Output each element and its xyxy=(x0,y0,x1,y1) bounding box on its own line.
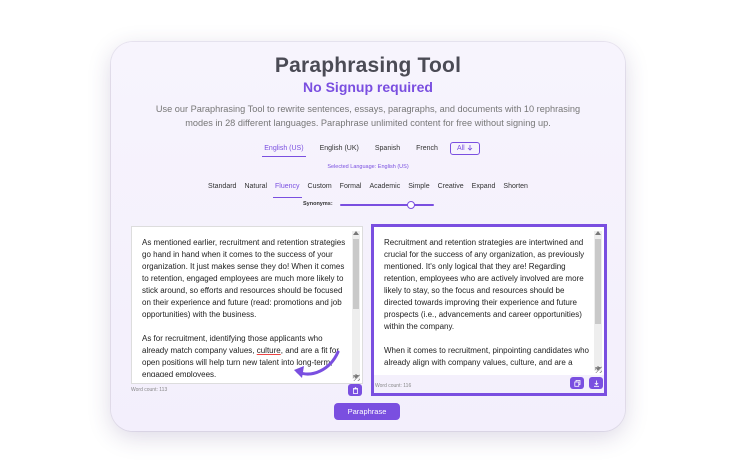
all-languages-label: All xyxy=(456,144,465,152)
output-scroll-thumb[interactable] xyxy=(595,239,601,324)
input-paragraph-1: As mentioned earlier, recruitment and re… xyxy=(142,238,346,319)
tab-spanish[interactable]: Spanish xyxy=(367,143,408,154)
synonyms-slider[interactable] xyxy=(340,201,434,209)
page-title: Paraphrasing Tool xyxy=(274,54,462,77)
mode-shorten[interactable]: Shorten xyxy=(499,181,532,195)
spelling-underline: culture xyxy=(256,346,281,355)
output-textarea[interactable]: Recruitment and retention strategies are… xyxy=(374,227,604,375)
mode-expand[interactable]: Expand xyxy=(468,181,500,195)
language-tabs: English (US) English (UK) Spanish French… xyxy=(111,140,625,157)
copy-button[interactable] xyxy=(570,377,584,389)
paraphrasing-tool-card: Paraphrasing Tool No Signup required Use… xyxy=(111,42,625,431)
page-description: Use our Paraphrasing Tool to rewrite sen… xyxy=(155,104,581,128)
input-scroll-thumb[interactable] xyxy=(353,239,359,309)
mode-custom[interactable]: Custom xyxy=(304,181,336,195)
trash-icon xyxy=(352,386,358,394)
tab-french[interactable]: French xyxy=(408,143,446,154)
mode-formal[interactable]: Formal xyxy=(336,181,366,195)
mode-standard[interactable]: Standard xyxy=(204,181,240,195)
input-word-count: Word count: 113 xyxy=(131,387,168,393)
synonyms-label: Synonyms: xyxy=(303,201,333,207)
download-icon xyxy=(593,380,599,387)
copy-icon xyxy=(573,379,580,387)
page-subtitle: No Signup required xyxy=(303,79,433,95)
resize-grip-icon[interactable] xyxy=(353,374,360,381)
synonyms-slider-thumb[interactable] xyxy=(406,201,415,209)
scroll-up-icon[interactable] xyxy=(595,231,601,235)
output-paragraph-1: Recruitment and retention strategies are… xyxy=(384,238,585,331)
pointer-arrow-icon xyxy=(294,350,340,378)
mode-fluency[interactable]: Fluency xyxy=(271,181,304,198)
arrow-down-icon xyxy=(467,145,473,151)
resize-grip-icon[interactable] xyxy=(595,366,602,373)
scroll-up-icon[interactable] xyxy=(353,231,359,235)
output-text: Recruitment and retention strategies are… xyxy=(384,237,590,369)
output-scrollbar[interactable] xyxy=(594,231,602,371)
mode-simple[interactable]: Simple xyxy=(404,181,433,195)
mode-creative[interactable]: Creative xyxy=(434,181,468,195)
mode-academic[interactable]: Academic xyxy=(365,181,404,195)
output-word-count: Word count: 116 xyxy=(375,383,412,389)
download-button[interactable] xyxy=(589,377,603,389)
mode-tabs: Standard Natural Fluency Custom Formal A… xyxy=(111,181,625,198)
output-panel: Recruitment and retention strategies are… xyxy=(371,224,607,396)
selected-language-text: Selected Language: English (US) xyxy=(327,164,409,170)
mode-natural[interactable]: Natural xyxy=(240,181,271,195)
delete-button[interactable] xyxy=(348,384,362,396)
output-paragraph-2: When it comes to recruitment, pinpointin… xyxy=(384,346,589,367)
paraphrase-button[interactable]: Paraphrase xyxy=(334,403,400,420)
all-languages-button[interactable]: All xyxy=(449,141,480,155)
tab-english-uk[interactable]: English (UK) xyxy=(312,143,367,154)
tab-english-us[interactable]: English (US) xyxy=(256,143,311,157)
input-scrollbar[interactable] xyxy=(352,231,360,379)
